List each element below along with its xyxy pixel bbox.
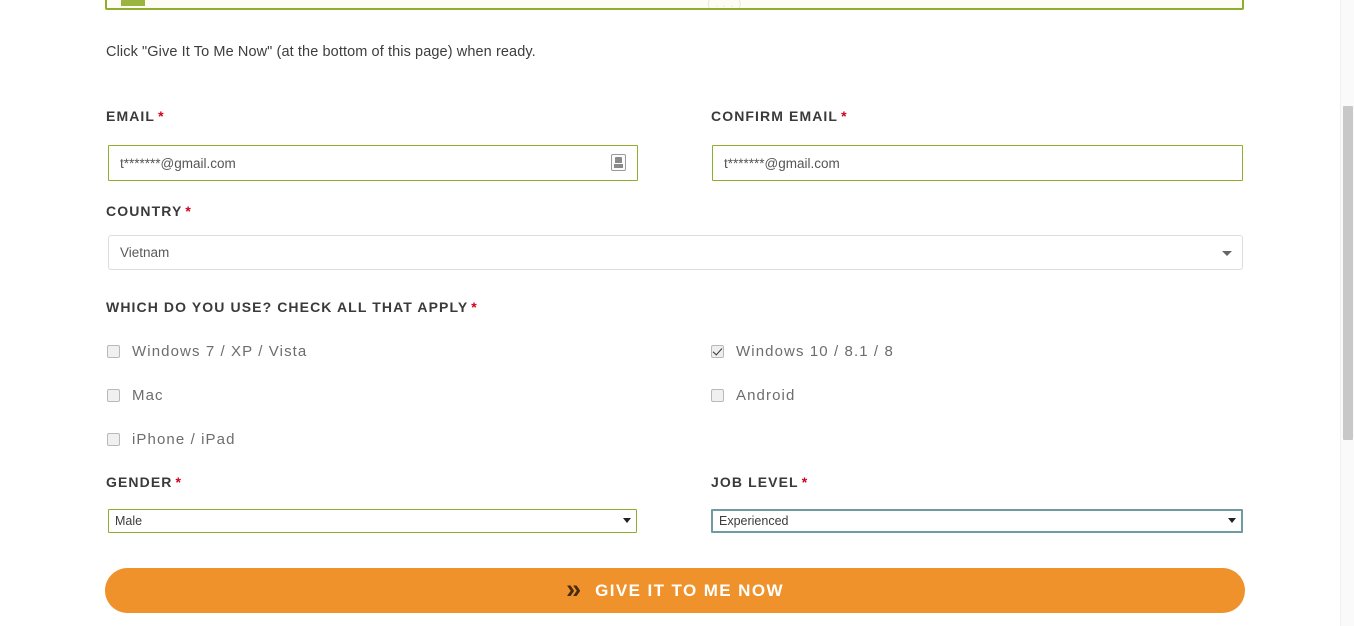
checkbox-label-windows7: Windows 7 / XP / Vista — [132, 343, 308, 360]
checkbox-iphone-ipad[interactable] — [107, 433, 120, 446]
checkbox-row-mac[interactable]: Mac — [107, 387, 164, 404]
notice-box: ( . . . ) — [105, 0, 1244, 10]
usage-required-asterisk: * — [471, 299, 478, 315]
notice-icon — [121, 0, 145, 6]
country-select[interactable]: Vietnam — [108, 235, 1243, 270]
confirm-email-label: CONFIRM EMAIL * — [711, 108, 848, 124]
chevron-down-icon — [1222, 251, 1232, 256]
checkbox-windows7[interactable] — [107, 345, 120, 358]
autofill-key-icon[interactable] — [611, 154, 626, 171]
notice-clipped-text: ( . . . ) — [707, 0, 742, 10]
checkbox-label-mac: Mac — [132, 387, 164, 404]
confirm-email-input[interactable] — [712, 145, 1243, 181]
gender-required-asterisk: * — [175, 474, 183, 490]
gender-select[interactable]: Male — [108, 509, 637, 533]
gender-label-text: GENDER — [106, 474, 173, 490]
checkbox-row-windows7[interactable]: Windows 7 / XP / Vista — [107, 343, 307, 360]
job-level-label: JOB LEVEL * — [711, 474, 808, 490]
give-it-to-me-now-button[interactable]: » GIVE IT TO ME NOW — [105, 568, 1245, 613]
page-scrollbar-track[interactable] — [1340, 0, 1354, 626]
job-level-label-text: JOB LEVEL — [711, 474, 799, 490]
checkbox-label-windows10: Windows 10 / 8.1 / 8 — [736, 343, 894, 360]
checkbox-label-iphone-ipad: iPhone / iPad — [132, 431, 236, 448]
checkbox-android[interactable] — [711, 389, 724, 402]
email-label-text: EMAIL — [106, 108, 156, 124]
gender-label: GENDER * — [106, 474, 182, 490]
signup-form-page: ( . . . ) Click "Give It To Me Now" (at … — [0, 0, 1354, 626]
checkbox-row-iphone-ipad[interactable]: iPhone / iPad — [107, 431, 236, 448]
country-required-asterisk: * — [185, 203, 192, 219]
confirm-email-required-asterisk: * — [841, 108, 848, 124]
checkbox-row-android[interactable]: Android — [711, 387, 795, 404]
usage-label: WHICH DO YOU USE? CHECK ALL THAT APPLY * — [106, 299, 478, 315]
double-chevron-right-icon: » — [566, 574, 582, 604]
country-selected-value: Vietnam — [120, 245, 170, 260]
intro-instruction: Click "Give It To Me Now" (at the bottom… — [106, 44, 536, 60]
checkbox-label-android: Android — [736, 387, 796, 404]
page-scrollbar-thumb[interactable] — [1343, 106, 1353, 440]
usage-label-text: WHICH DO YOU USE? CHECK ALL THAT APPLY — [106, 299, 469, 315]
checkbox-windows10[interactable] — [711, 345, 724, 358]
checkbox-row-windows10[interactable]: Windows 10 / 8.1 / 8 — [711, 343, 894, 360]
submit-button-label: GIVE IT TO ME NOW — [595, 580, 784, 600]
country-label: COUNTRY * — [106, 203, 192, 219]
email-input[interactable] — [108, 145, 638, 181]
email-label: EMAIL * — [106, 108, 165, 124]
job-level-required-asterisk: * — [801, 474, 809, 490]
checkbox-mac[interactable] — [107, 389, 120, 402]
job-level-select[interactable]: Experienced — [711, 509, 1243, 533]
confirm-email-label-text: CONFIRM EMAIL — [711, 108, 839, 124]
country-label-text: COUNTRY — [106, 203, 183, 219]
email-required-asterisk: * — [158, 108, 165, 124]
